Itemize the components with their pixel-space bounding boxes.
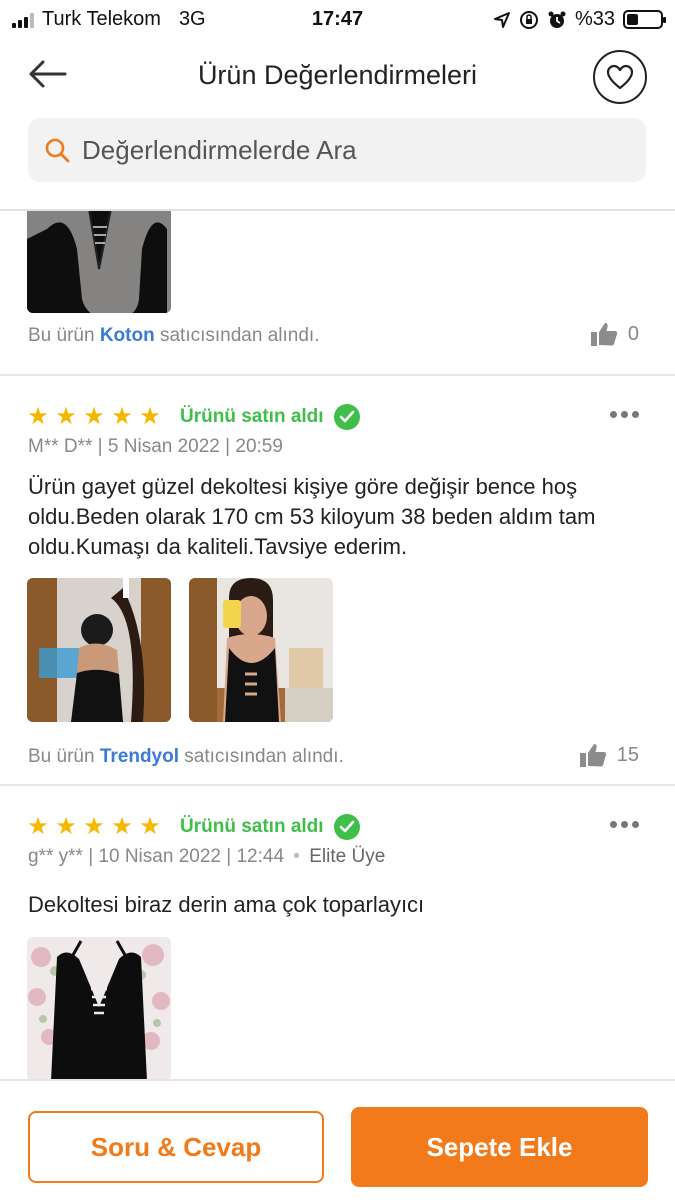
like-count: 0 <box>627 322 639 345</box>
search-input[interactable] <box>82 134 622 166</box>
like-button[interactable]: 0 <box>590 321 639 347</box>
review-text: Dekoltesi biraz derin ama çok toparlayıc… <box>28 892 425 917</box>
star-icon: ★ <box>111 403 133 430</box>
battery-icon <box>623 10 666 29</box>
star-icon: ★ <box>83 403 105 430</box>
star-icon: ★ <box>55 403 77 430</box>
review-photo[interactable] <box>27 211 171 313</box>
review-photo[interactable] <box>27 937 171 1079</box>
seller-suffix: satıcısından alındı. <box>159 325 320 346</box>
review-time: 20:59 <box>235 436 283 457</box>
star-icon: ★ <box>139 403 161 430</box>
thumbs-up-icon <box>590 323 618 346</box>
review-item: ★ ★ ★ ★ ★ Ürünü satın aldı M** D** | 5 Nisan… <box>0 376 675 784</box>
review-photo[interactable] <box>27 578 171 722</box>
seller-suffix: satıcısından alındı. <box>184 746 344 767</box>
star-icon: ★ <box>55 813 77 840</box>
review-item: Bu ürün Koton satıcısından alındı. 0 <box>0 211 675 376</box>
seller-info: Bu ürün Koton satıcısından alındı. <box>28 325 319 347</box>
rotation-lock-icon <box>519 10 538 29</box>
seller-prefix: Bu ürün <box>28 746 95 767</box>
check-circle-icon <box>333 814 360 840</box>
star-icon: ★ <box>139 813 161 840</box>
like-count: 15 <box>616 743 639 766</box>
review-date: 5 Nisan 2022 <box>107 436 220 457</box>
thumbs-up-icon <box>579 744 606 767</box>
star-rating: ★ ★ ★ ★ ★ <box>26 405 162 429</box>
heart-icon <box>606 64 634 90</box>
star-icon: ★ <box>27 813 49 840</box>
seller-info: Bu ürün Trendyol satıcısından alındı. <box>28 746 344 768</box>
search-icon <box>42 135 72 165</box>
seller-link[interactable]: Koton <box>100 325 155 346</box>
member-badge: Elite Üye <box>309 846 386 867</box>
search-bar[interactable] <box>28 118 646 182</box>
like-button[interactable]: 15 <box>579 742 639 768</box>
star-icon: ★ <box>27 403 49 430</box>
review-date: 10 Nisan 2022 <box>98 846 221 867</box>
star-rating: ★ ★ ★ ★ ★ <box>26 815 162 839</box>
status-bar: Turk Telekom 3G 17:47 %33 <box>0 0 675 38</box>
review-meta: M** D** | 5 Nisan 2022 | 20:59 <box>28 436 283 457</box>
reviewer-name: M** D** <box>28 436 93 457</box>
seller-link[interactable]: Trendyol <box>100 746 179 767</box>
check-circle-icon <box>333 404 360 430</box>
more-options-icon[interactable] <box>610 821 639 828</box>
alarm-icon <box>548 11 566 28</box>
review-text: Ürün gayet güzel dekoltesi kişiye göre d… <box>28 474 596 559</box>
seller-prefix: Bu ürün <box>28 325 95 346</box>
review-photo[interactable] <box>189 578 333 722</box>
app-header: Ürün Değerlendirmeleri <box>0 40 675 110</box>
rating-row: ★ ★ ★ ★ ★ Ürünü satın aldı <box>26 404 360 430</box>
bottom-action-bar: Soru & Cevap Sepete Ekle <box>0 1079 675 1200</box>
battery-percent: %33 <box>574 8 615 30</box>
favorite-button[interactable] <box>593 50 647 104</box>
battery-fill <box>627 14 638 25</box>
reviewer-name: g** y** <box>28 846 83 867</box>
screen: Turk Telekom 3G 17:47 %33 Ürün Değerlend… <box>0 0 675 1200</box>
star-icon: ★ <box>111 813 133 840</box>
review-meta: g** y** | 10 Nisan 2022 | 12:44 • Elite … <box>28 846 386 867</box>
questions-answers-button[interactable]: Soru & Cevap <box>28 1111 324 1183</box>
verified-purchase-label: Ürünü satın aldı <box>180 816 324 837</box>
verified-purchase-label: Ürünü satın aldı <box>180 406 324 427</box>
status-right: %33 <box>493 8 666 31</box>
reviews-list[interactable]: Bu ürün Koton satıcısından alındı. 0 ★ ★ ★… <box>0 211 675 1079</box>
review-item: ★ ★ ★ ★ ★ Ürünü satın aldı g** y** | 10 Nisa… <box>0 786 675 1079</box>
star-icon: ★ <box>83 813 105 840</box>
location-icon <box>493 11 510 28</box>
more-options-icon[interactable] <box>610 411 639 418</box>
page-title: Ürün Değerlendirmeleri <box>197 60 478 90</box>
rating-row: ★ ★ ★ ★ ★ Ürünü satın aldı <box>26 814 360 840</box>
add-to-cart-button[interactable]: Sepete Ekle <box>351 1107 648 1187</box>
review-time: 12:44 <box>236 846 285 867</box>
